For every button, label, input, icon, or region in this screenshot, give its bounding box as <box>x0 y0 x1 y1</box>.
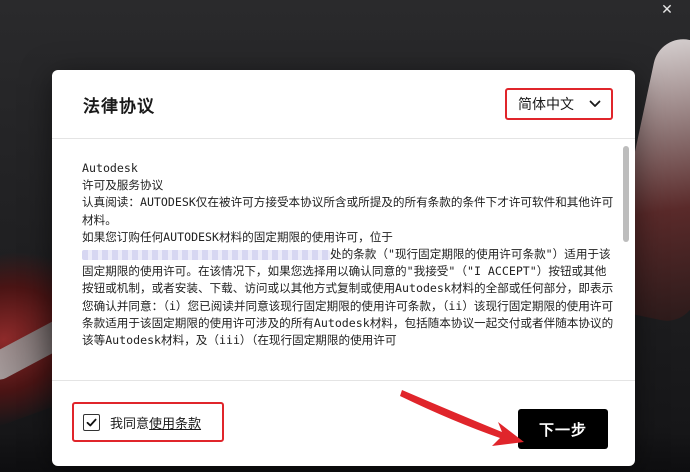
legal-agreement-dialog: 法律协议 简体中文 Autodesk 许可及服务协议 认真阅读：AUTODESK… <box>52 70 635 466</box>
redacted-url <box>82 249 330 260</box>
scrollbar-thumb[interactable] <box>623 146 629 242</box>
annotation-arrow-icon <box>400 390 524 446</box>
license-line: 处的条款（"现行固定期限的使用许可条款"）适用于该固定期限的使用许可。在该情况下… <box>82 247 614 348</box>
agree-label: 我同意 <box>110 416 150 432</box>
license-line: Autodesk <box>82 161 138 175</box>
agree-terms-group: 我同意使用条款 <box>72 402 224 442</box>
chevron-down-icon <box>589 100 601 107</box>
language-select-value: 简体中文 <box>518 97 574 113</box>
dialog-title: 法律协议 <box>83 97 155 117</box>
agree-checkbox[interactable] <box>83 413 100 431</box>
license-line: 认真阅读：AUTODESK仅在被许可方接受本协议所含或所提及的所有条款的条件下才… <box>82 195 614 227</box>
window-close-icon[interactable]: ✕ <box>654 0 680 22</box>
license-text-area[interactable]: Autodesk 许可及服务协议 认真阅读：AUTODESK仅在被许可方接受本协… <box>82 160 617 378</box>
header-divider <box>52 138 635 139</box>
language-select[interactable]: 简体中文 <box>505 88 613 120</box>
license-line: 如果您订购任何AUTODESK材料的固定期限的使用许可，位于 <box>82 229 393 244</box>
check-icon <box>86 418 97 426</box>
license-line: 许可及服务协议 <box>82 178 164 193</box>
scrollbar[interactable] <box>623 142 629 380</box>
terms-of-use-link[interactable]: 使用条款 <box>149 417 201 432</box>
next-button[interactable]: 下一步 <box>518 409 608 449</box>
license-text: Autodesk 许可及服务协议 认真阅读：AUTODESK仅在被许可方接受本协… <box>82 160 617 349</box>
footer-divider <box>52 380 635 381</box>
